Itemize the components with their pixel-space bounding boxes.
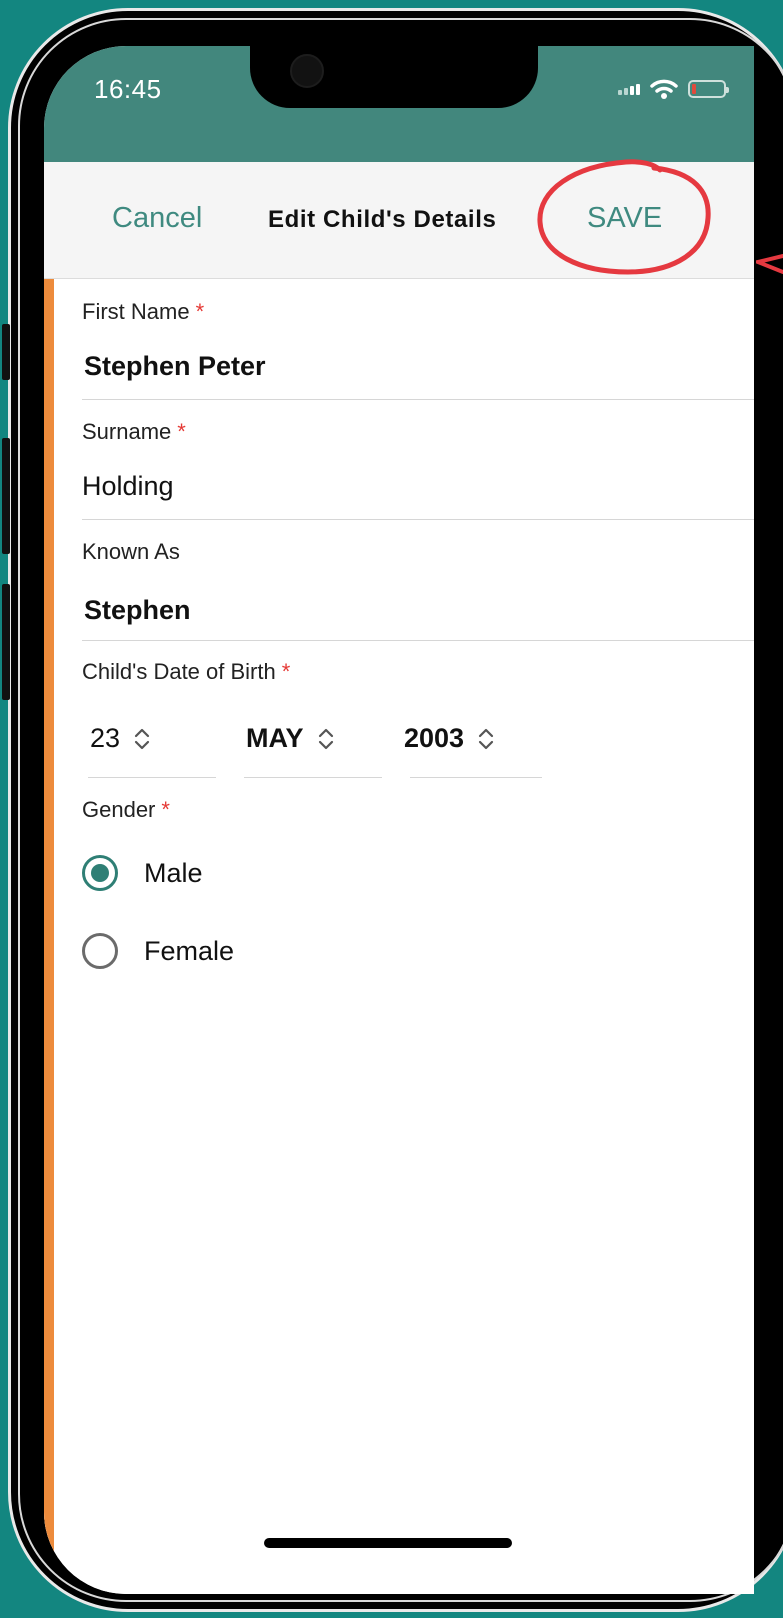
wifi-icon <box>650 79 678 99</box>
dob-year-underline <box>410 777 542 778</box>
home-indicator[interactable] <box>264 1538 512 1548</box>
divider <box>82 640 754 641</box>
signal-icon <box>618 83 640 95</box>
chevron-updown-icon <box>134 728 150 749</box>
status-icons <box>618 78 729 100</box>
first-name-field[interactable]: Stephen Peter <box>84 351 266 382</box>
dob-day-underline <box>88 777 216 778</box>
surname-field[interactable]: Holding <box>82 471 174 502</box>
dob-day-value: 23 <box>90 723 121 753</box>
notch <box>250 46 538 108</box>
male-label: Male <box>144 857 203 888</box>
dob-day-picker[interactable]: 23 <box>90 723 150 754</box>
phone-volume-up-button <box>2 438 10 554</box>
known-as-field[interactable]: Stephen <box>84 595 191 626</box>
chevron-updown-icon <box>318 728 333 749</box>
chevron-updown-icon <box>478 728 494 749</box>
annotation-arrow <box>756 254 783 274</box>
female-radio[interactable] <box>82 933 118 969</box>
child-details-form: First Name * Stephen Peter Surname * Holdi… <box>44 279 754 1594</box>
battery-icon <box>688 80 729 98</box>
surname-label: Surname * <box>82 419 186 444</box>
front-camera <box>290 54 324 88</box>
gender-option-male[interactable]: Male <box>82 855 203 891</box>
phone-volume-down-button <box>2 584 10 700</box>
first-name-label: First Name * <box>82 299 205 324</box>
gender-option-female[interactable]: Female <box>82 933 234 969</box>
save-button[interactable]: SAVE <box>587 202 662 235</box>
dob-month-underline <box>244 777 382 778</box>
male-radio[interactable] <box>82 855 118 891</box>
divider <box>82 399 754 400</box>
divider <box>82 519 754 520</box>
app-screen: 16:45 Cancel Edit Child's Details SAVE F… <box>44 46 754 1594</box>
dob-month-picker[interactable]: MAY <box>246 723 334 754</box>
status-bar: 16:45 <box>44 46 754 162</box>
cancel-button[interactable]: Cancel <box>112 202 202 235</box>
female-label: Female <box>144 935 235 966</box>
navigation-bar: Cancel Edit Child's Details SAVE <box>44 159 754 279</box>
dob-label: Child's Date of Birth * <box>82 659 291 684</box>
page-title: Edit Child's Details <box>268 206 497 233</box>
dob-year-picker[interactable]: 2003 <box>404 723 494 754</box>
dob-month-value: MAY <box>246 723 304 753</box>
gender-label: Gender * <box>82 797 170 822</box>
known-as-label: Known As <box>82 539 180 564</box>
dob-year-value: 2003 <box>404 723 465 753</box>
phone-mute-button <box>2 324 10 380</box>
status-time: 16:45 <box>94 74 162 104</box>
